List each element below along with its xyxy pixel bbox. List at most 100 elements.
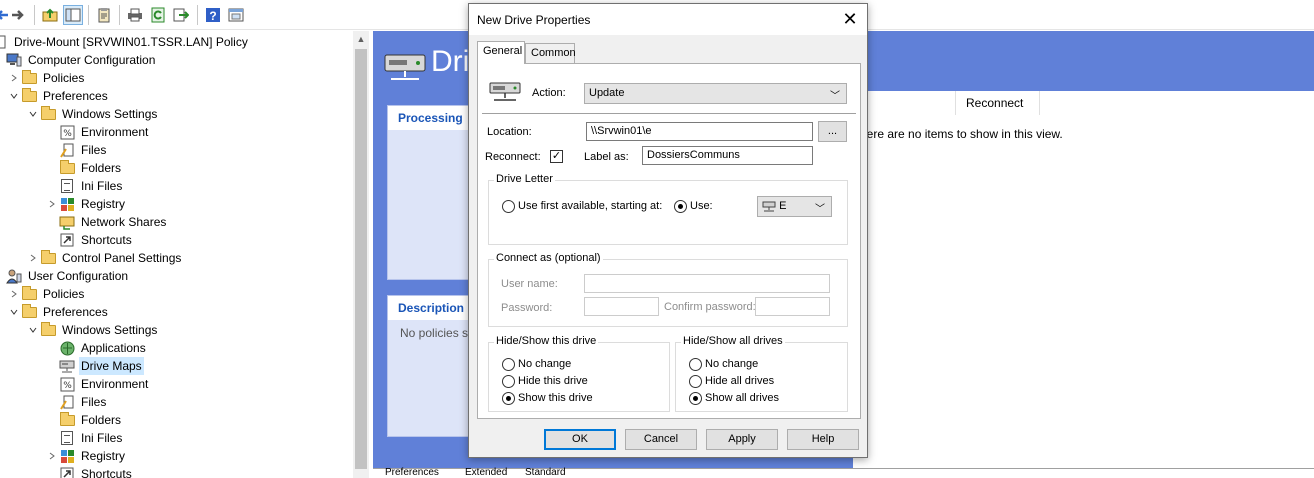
close-icon[interactable]: ✕ — [841, 10, 859, 28]
no-change-drive-radio[interactable] — [502, 358, 515, 371]
tree-item-computer-preferences[interactable]: Preferences — [7, 87, 110, 105]
scrollbar-thumb[interactable] — [355, 49, 367, 469]
tree-item-label: Control Panel Settings — [62, 251, 182, 265]
action-value: Update — [589, 87, 625, 99]
folder-icon — [40, 321, 56, 338]
chevron-right-icon[interactable] — [7, 285, 21, 303]
chevron-down-icon[interactable] — [26, 105, 40, 123]
tab-preferences[interactable]: Preferences — [385, 467, 439, 478]
export-icon[interactable] — [171, 5, 191, 25]
hide-all-drives-radio[interactable] — [689, 375, 702, 388]
svg-text:?: ? — [209, 9, 216, 23]
cancel-button[interactable]: Cancel — [625, 429, 697, 450]
tree-item-user-registry[interactable]: Registry — [45, 447, 127, 465]
tree-item-computer-files[interactable]: Files — [59, 141, 108, 159]
registry-icon — [59, 196, 75, 212]
separator — [482, 113, 856, 114]
column-header[interactable] — [853, 91, 956, 115]
computer-icon — [6, 52, 22, 68]
tree-item-user-ini-files[interactable]: Ini Files — [59, 429, 124, 447]
tree-item-user-environment[interactable]: % Environment — [59, 375, 150, 393]
tree-item-user-applications[interactable]: Applications — [59, 339, 148, 357]
apply-button[interactable]: Apply — [706, 429, 778, 450]
location-field[interactable]: \\Srvwin01\e — [586, 122, 813, 141]
show-hide-tree-icon[interactable] — [63, 5, 83, 25]
tab-standard[interactable]: Standard — [525, 467, 566, 478]
hide-this-drive-radio[interactable] — [502, 375, 515, 388]
chevron-right-icon[interactable] — [7, 69, 21, 87]
tree-item-label: Folders — [81, 413, 122, 427]
drive-letter-select[interactable]: E ﹀ — [757, 196, 832, 217]
tree-item-computer-registry[interactable]: Registry — [45, 195, 127, 213]
browse-button[interactable]: ... — [818, 121, 847, 142]
no-change-all-radio[interactable] — [689, 358, 702, 371]
help-icon[interactable]: ? — [203, 5, 223, 25]
scroll-up-icon[interactable]: ▲ — [353, 31, 369, 47]
tree-item-user-files[interactable]: Files — [59, 393, 108, 411]
chevron-down-icon[interactable] — [26, 321, 40, 339]
tree-item-policy-root[interactable]: Drive-Mount [SRVWIN01.TSSR.LAN] Policy — [0, 33, 250, 51]
shortcut-icon — [59, 466, 75, 478]
tree-scrollbar[interactable]: ▲ — [353, 31, 369, 478]
properties-icon[interactable] — [94, 5, 114, 25]
ok-button[interactable]: OK — [544, 429, 616, 450]
tree-item-user-drive-maps[interactable]: Drive Maps — [59, 357, 144, 375]
tree-item-computer-control-panel-settings[interactable]: Control Panel Settings — [26, 249, 183, 267]
username-field[interactable] — [584, 274, 830, 293]
tree-item-label: Registry — [81, 197, 126, 211]
tree-item-user-preferences[interactable]: Preferences — [7, 303, 110, 321]
label-as-field[interactable]: DossiersCommuns — [642, 146, 813, 165]
print-icon[interactable] — [125, 5, 145, 25]
tab-common[interactable]: Common — [525, 43, 576, 63]
tree-item-computer-environment[interactable]: % Environment — [59, 123, 150, 141]
view-icon[interactable] — [226, 5, 246, 25]
tree-item-user-policies[interactable]: Policies — [7, 285, 86, 303]
chevron-right-icon[interactable] — [45, 195, 59, 213]
show-this-drive-radio[interactable] — [502, 392, 515, 405]
tree-item-user-configuration[interactable]: User Configuration — [6, 267, 130, 285]
help-button[interactable]: Help — [787, 429, 859, 450]
use-first-available-label: Use first available, starting at: — [518, 200, 663, 212]
refresh-icon[interactable] — [148, 5, 168, 25]
action-select[interactable]: Update ﹀ — [584, 83, 847, 104]
tree-item-computer-ini-files[interactable]: Ini Files — [59, 177, 124, 195]
use-radio[interactable] — [674, 200, 687, 213]
tree-item-computer-windows-settings[interactable]: Windows Settings — [26, 105, 159, 123]
forward-icon[interactable] — [8, 5, 28, 25]
tree-item-computer-folders[interactable]: Folders — [59, 159, 123, 177]
toolbar-separator — [34, 5, 35, 25]
hide-show-drive-group: Hide/Show this drive No change Hide this… — [488, 335, 670, 412]
password-field[interactable] — [584, 297, 659, 316]
chevron-down-icon[interactable] — [7, 303, 21, 321]
tree-item-computer-network-shares[interactable]: Network Shares — [59, 213, 168, 231]
svg-text:%: % — [63, 381, 72, 391]
tree-item-computer-configuration[interactable]: Computer Configuration — [6, 51, 157, 69]
svg-text:%: % — [63, 129, 72, 139]
reconnect-checkbox[interactable]: ✓ — [550, 150, 563, 163]
tree-item-user-windows-settings[interactable]: Windows Settings — [26, 321, 159, 339]
tree-item-computer-policies[interactable]: Policies — [7, 69, 86, 87]
tree-item-user-shortcuts[interactable]: Shortcuts — [59, 465, 134, 478]
column-header-reconnect[interactable]: Reconnect — [956, 91, 1040, 115]
confirm-password-field[interactable] — [755, 297, 830, 316]
tab-general[interactable]: General — [477, 41, 525, 64]
show-all-drives-radio[interactable] — [689, 392, 702, 405]
reconnect-label: Reconnect: — [485, 151, 541, 163]
drive-map-icon — [59, 358, 75, 374]
tree-item-user-folders[interactable]: Folders — [59, 411, 123, 429]
tree-item-computer-shortcuts[interactable]: Shortcuts — [59, 231, 134, 249]
up-folder-icon[interactable] — [40, 5, 60, 25]
use-first-available-radio[interactable] — [502, 200, 515, 213]
drive-maps-list: Reconnect here are no items to show in t… — [853, 91, 1314, 468]
toolbar-separator — [88, 5, 89, 25]
connect-as-group-title: Connect as (optional) — [494, 252, 603, 264]
tree-item-label: Computer Configuration — [28, 53, 156, 67]
tab-extended[interactable]: Extended — [465, 467, 507, 478]
chevron-down-icon[interactable] — [7, 87, 21, 105]
tree-item-label: Files — [81, 395, 107, 409]
chevron-right-icon[interactable] — [26, 249, 40, 267]
chevron-right-icon[interactable] — [45, 447, 59, 465]
folder-icon — [21, 69, 37, 86]
hide-show-all-group-title: Hide/Show all drives — [681, 335, 785, 347]
action-label: Action: — [532, 87, 566, 99]
